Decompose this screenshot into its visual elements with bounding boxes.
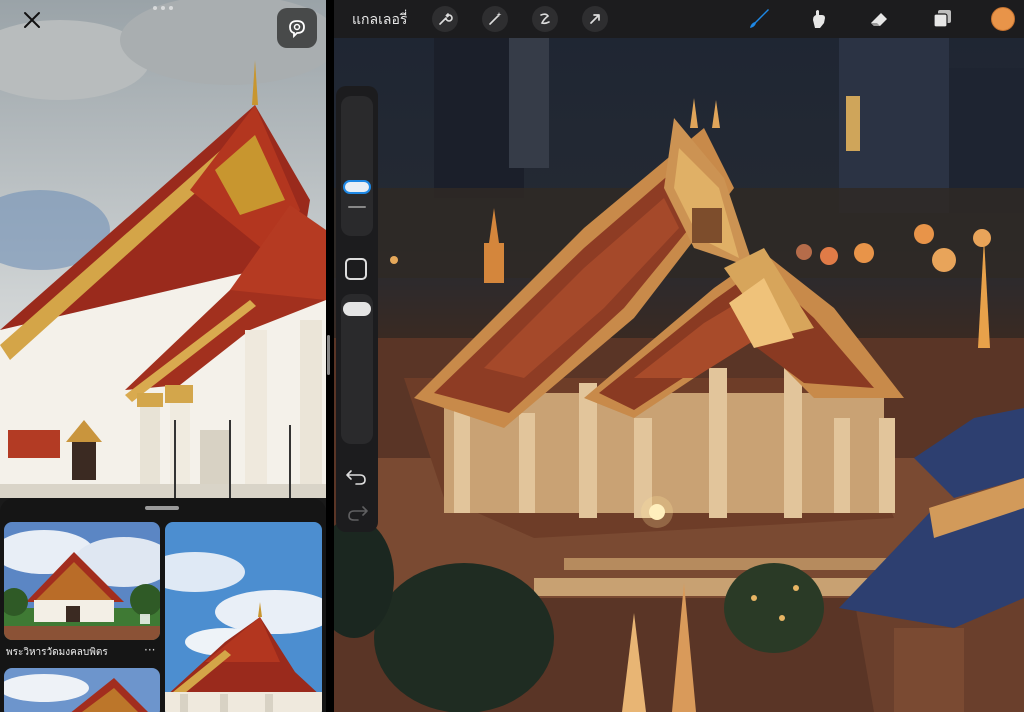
result-card-1[interactable] — [4, 522, 160, 640]
close-button[interactable] — [20, 8, 44, 32]
redo-icon — [348, 506, 368, 521]
transform-button[interactable] — [582, 6, 608, 32]
layers-button[interactable] — [929, 6, 955, 32]
result-title[interactable]: พระวิหารวัดมงคลบพิตร — [6, 645, 146, 660]
smudge-button[interactable] — [806, 6, 832, 32]
actions-button[interactable] — [432, 6, 458, 32]
close-icon — [24, 12, 40, 28]
magic-wand-icon — [489, 12, 502, 25]
reference-photo[interactable] — [0, 0, 326, 498]
selection-button[interactable] — [532, 6, 558, 32]
color-picker-button[interactable] — [991, 7, 1015, 31]
layers-icon — [933, 10, 951, 28]
brush-button[interactable] — [746, 6, 772, 32]
result-more-button[interactable]: ··· — [144, 643, 155, 657]
result-card-2[interactable] — [165, 522, 322, 712]
drawing-canvas[interactable] — [334, 38, 1024, 712]
brush-size-thumb[interactable] — [343, 180, 371, 194]
brush-opacity-thumb[interactable] — [343, 302, 371, 316]
undo-button[interactable] — [345, 466, 369, 486]
brush-sidebar — [336, 86, 378, 532]
modify-button[interactable] — [345, 258, 367, 280]
eraser-icon — [871, 13, 887, 26]
undo-icon — [346, 470, 366, 485]
reference-pane: พระวิหารวัดมงคลบพิตร ··· — [0, 0, 326, 712]
selection-icon — [540, 13, 550, 25]
smudge-icon — [813, 10, 825, 28]
wrench-icon — [439, 13, 453, 25]
procreate-topbar: แกลเลอรี่ — [334, 0, 1024, 38]
visual-lookup-button[interactable] — [277, 8, 317, 48]
brush-opacity-slider[interactable] — [341, 294, 373, 444]
split-view-handle[interactable] — [327, 335, 330, 375]
brush-icon — [750, 9, 769, 28]
sheet-grabber[interactable] — [145, 506, 179, 510]
visual-lookup-icon — [289, 20, 305, 39]
eraser-button[interactable] — [866, 6, 892, 32]
adjustments-button[interactable] — [482, 6, 508, 32]
gallery-button[interactable]: แกลเลอรี่ — [352, 9, 407, 31]
redo-button[interactable] — [345, 502, 369, 522]
brush-size-slider[interactable] — [341, 96, 373, 236]
painting-artwork — [334, 38, 1024, 712]
transform-arrow-icon — [590, 14, 600, 24]
size-indicator — [348, 206, 366, 208]
result-card-3[interactable] — [4, 668, 160, 712]
pane-options-handle[interactable] — [152, 6, 174, 14]
